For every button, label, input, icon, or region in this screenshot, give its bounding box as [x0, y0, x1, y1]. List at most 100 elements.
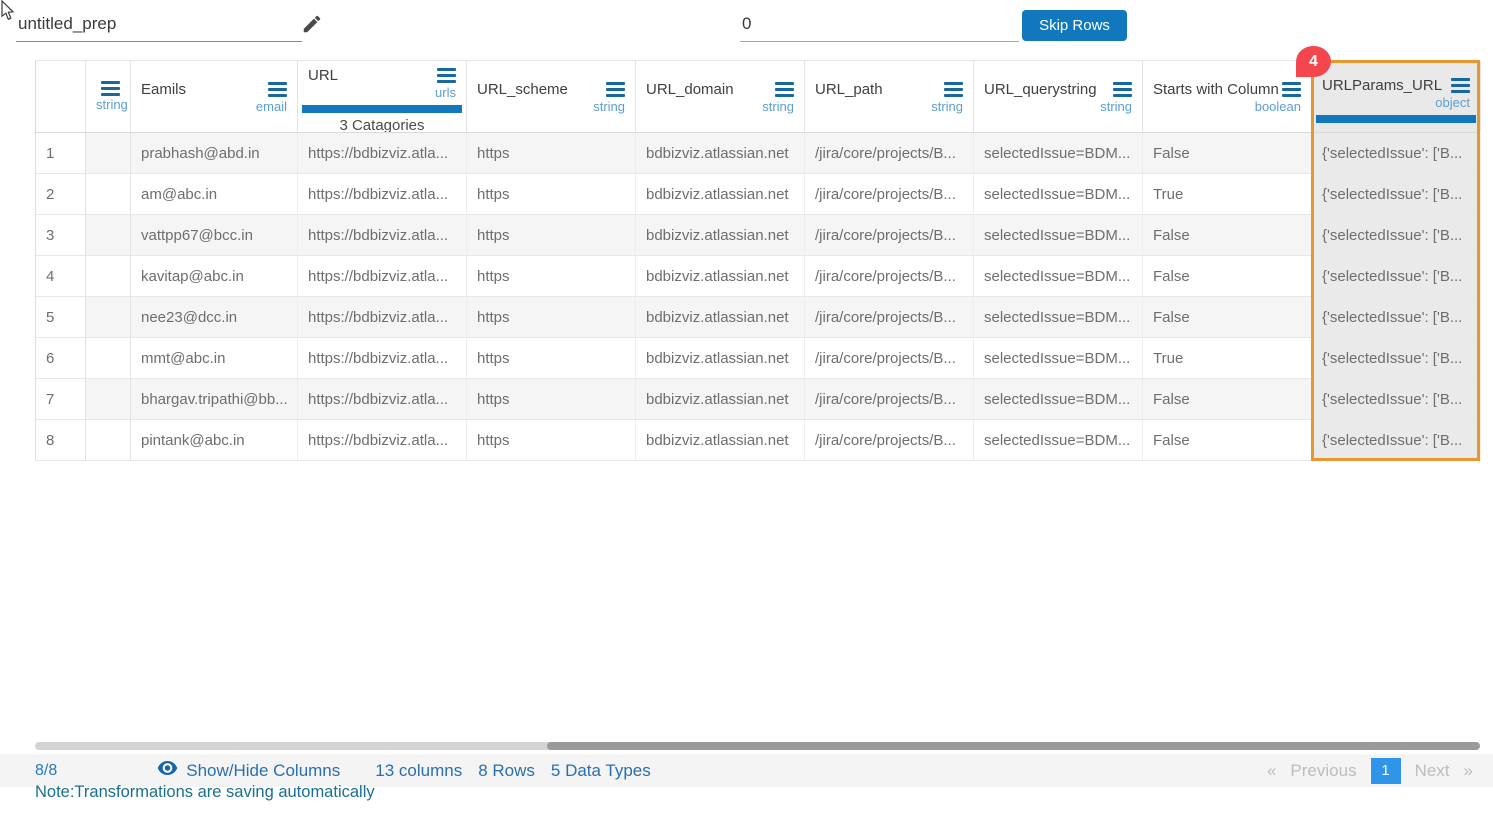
pagination: « Previous 1 Next » [1267, 758, 1473, 784]
data-cell: False [1143, 215, 1312, 256]
table-row: 3vattpp67@bcc.inhttps://bdbizviz.atla...… [36, 215, 1480, 256]
column-menu-icon[interactable] [101, 81, 120, 96]
data-cell: /jira/core/projects/B... [805, 256, 974, 297]
data-cell: bdbizviz.atlassian.net [636, 338, 805, 379]
eye-icon [157, 760, 178, 781]
data-cell: {'selectedIssue': ['B... [1312, 420, 1481, 461]
column-name: URL [308, 67, 338, 84]
data-cell: https [467, 215, 636, 256]
column-header-urlparams-url[interactable]: URLParams_URLobject [1312, 61, 1481, 132]
rows-count: 8 Rows [478, 761, 535, 781]
data-cell: {'selectedIssue': ['B... [1312, 297, 1481, 338]
data-cell: False [1143, 379, 1312, 420]
data-cell: bdbizviz.atlassian.net [636, 420, 805, 461]
skip-rows-input[interactable] [740, 10, 1019, 42]
column-menu-icon[interactable] [944, 82, 963, 97]
data-types-count: 5 Data Types [551, 761, 651, 781]
data-cell: selectedIssue=BDM... [974, 174, 1143, 215]
column-name: Eamils [141, 81, 186, 98]
data-cell: /jira/core/projects/B... [805, 420, 974, 461]
column-header-unnamed[interactable]: string [86, 61, 131, 132]
pagination-page-1-button[interactable]: 1 [1371, 758, 1401, 784]
category-bar [302, 105, 462, 113]
data-cell: bhargav.tripathi@bb... [131, 379, 298, 420]
data-cell: vattpp67@bcc.in [131, 215, 298, 256]
table-header-row: stringEamilsemailURLurls3 CatagoriesURL_… [35, 60, 1480, 133]
column-menu-icon[interactable] [775, 82, 794, 97]
row-number: 6 [36, 338, 86, 379]
data-cell: /jira/core/projects/B... [805, 133, 974, 174]
row-number: 4 [36, 256, 86, 297]
table-row: 8 pintank@abc.inhttps://bdbizviz.atla...h… [36, 420, 1480, 461]
column-menu-icon[interactable] [1451, 78, 1470, 93]
data-cell: {'selectedIssue': ['B... [1312, 338, 1481, 379]
data-cell: selectedIssue=BDM... [974, 297, 1143, 338]
skip-rows-button[interactable]: Skip Rows [1022, 10, 1127, 41]
horizontal-scrollbar-thumb[interactable] [547, 742, 1480, 750]
data-cell: https [467, 338, 636, 379]
data-cell: True [1143, 338, 1312, 379]
column-header-url-path[interactable]: URL_pathstring [805, 61, 974, 132]
column-header-starts-with-column[interactable]: Starts with Columnboolean [1143, 61, 1312, 132]
data-cell: https [467, 379, 636, 420]
column-type-label: object [1322, 95, 1470, 110]
column-header-url-scheme[interactable]: URL_schemestring [467, 61, 636, 132]
edit-pencil-icon[interactable] [301, 13, 323, 40]
category-bar [1316, 115, 1476, 123]
data-cell: https [467, 420, 636, 461]
data-cell: {'selectedIssue': ['B... [1312, 215, 1481, 256]
columns-count: 13 columns [375, 761, 462, 781]
column-name: URL_domain [646, 81, 734, 98]
table-row: 1prabhash@abd.inhttps://bdbizviz.atla...… [36, 133, 1480, 174]
data-cell: https://bdbizviz.atla... [298, 379, 467, 420]
row-number: 1 [36, 133, 86, 174]
data-cell: https://bdbizviz.atla... [298, 420, 467, 461]
column-name: URL_scheme [477, 81, 568, 98]
table-row: 4kavitap@abc.inhttps://bdbizviz.atla...h… [36, 256, 1480, 297]
pagination-next-button[interactable]: Next [1415, 761, 1450, 781]
column-menu-icon[interactable] [268, 82, 287, 97]
column-type-label: string [646, 99, 794, 114]
row-number-header [36, 61, 86, 132]
column-type-label: boolean [1153, 99, 1301, 114]
category-count: 3 Catagories [308, 117, 456, 132]
column-name: URL_querystring [984, 81, 1097, 98]
column-header-eamils[interactable]: Eamilsemail [131, 61, 298, 132]
column-menu-icon[interactable] [1282, 82, 1301, 97]
data-cell: bdbizviz.atlassian.net [636, 379, 805, 420]
pagination-previous-button[interactable]: Previous [1290, 761, 1356, 781]
data-cell [86, 420, 131, 461]
data-cell: kavitap@abc.in [131, 256, 298, 297]
pagination-last-button[interactable]: » [1464, 761, 1473, 781]
data-cell [86, 215, 131, 256]
data-cell: selectedIssue=BDM... [974, 133, 1143, 174]
column-menu-icon[interactable] [606, 82, 625, 97]
column-header-url-domain[interactable]: URL_domainstring [636, 61, 805, 132]
horizontal-scrollbar-track[interactable] [35, 742, 1480, 750]
column-header-url[interactable]: URLurls3 Catagories [298, 61, 467, 132]
data-cell: https [467, 174, 636, 215]
show-hide-columns-label: Show/Hide Columns [186, 761, 340, 781]
data-cell: selectedIssue=BDM... [974, 215, 1143, 256]
data-cell: https [467, 297, 636, 338]
table-row: 6mmt@abc.inhttps://bdbizviz.atla...https… [36, 338, 1480, 379]
data-cell: False [1143, 297, 1312, 338]
pagination-first-button[interactable]: « [1267, 761, 1276, 781]
column-header-url-querystring[interactable]: URL_querystringstring [974, 61, 1143, 132]
data-cell [86, 174, 131, 215]
column-menu-icon[interactable] [437, 68, 456, 83]
data-cell: https [467, 133, 636, 174]
data-cell: False [1143, 133, 1312, 174]
data-cell: selectedIssue=BDM... [974, 420, 1143, 461]
data-cell: bdbizviz.atlassian.net [636, 174, 805, 215]
data-cell: bdbizviz.atlassian.net [636, 215, 805, 256]
data-cell: pintank@abc.in [131, 420, 298, 461]
data-cell: False [1143, 256, 1312, 297]
prep-name-input[interactable] [16, 10, 302, 42]
row-number: 8 [36, 420, 86, 461]
column-menu-icon[interactable] [1113, 82, 1132, 97]
column-type-label: string [815, 99, 963, 114]
data-table: 4 stringEamilsemailURLurls3 CatagoriesUR… [35, 60, 1480, 461]
column-type-label: string [984, 99, 1132, 114]
show-hide-columns-button[interactable]: Show/Hide Columns [157, 760, 340, 781]
